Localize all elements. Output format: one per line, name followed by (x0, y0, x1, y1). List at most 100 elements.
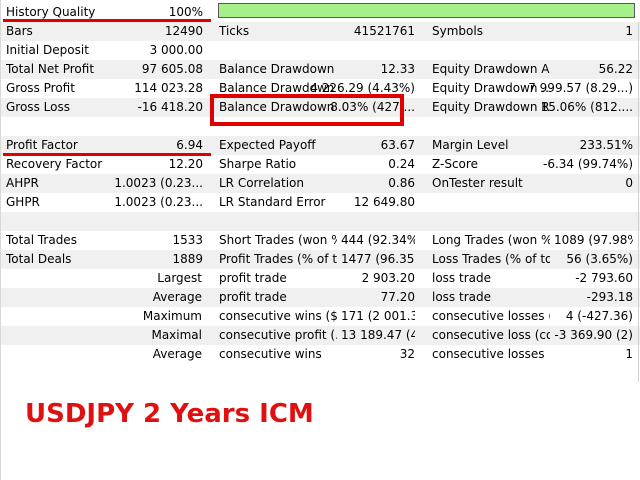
table-row: Maximum consecutive wins ($) 171 (2 001.32… (1, 307, 640, 326)
table-row: Initial Deposit 3 000.00 (1, 41, 640, 60)
cell-c2l (219, 212, 337, 231)
cell-c3v: 15.06% (812.... (540, 100, 633, 114)
cell-c3l: loss trade (432, 271, 491, 285)
cell-c2v: 12 649.80 (353, 195, 415, 209)
cell-c1v: Largest (157, 271, 202, 285)
table-row (1, 212, 640, 231)
cell-c1v: Average (152, 290, 202, 304)
cell-c3v: 233.51% (579, 138, 633, 152)
cell-c2l: Balance Drawdown ... (219, 62, 337, 76)
cell-c2l: Ticks (219, 24, 250, 38)
cell-c2v: 0.86 (388, 176, 415, 190)
cell-c2v (341, 212, 415, 231)
cell-c3v: 0 (625, 176, 633, 190)
cell-c3v: 7 999.57 (8.29...) (528, 81, 633, 95)
cell-c2v: 13 189.47 (46) (341, 328, 415, 342)
cell-c3v: -293.18 (586, 290, 633, 304)
cell-c3l: Margin Level (432, 138, 509, 152)
cell-c2l: Sharpe Ratio (219, 157, 297, 171)
cell-c1v: 1533 (172, 233, 203, 247)
cell-c2v: 0.24 (388, 157, 415, 171)
cell-c3v (554, 117, 633, 136)
profit-factor-underline (3, 153, 211, 156)
cell-c2v: 32 (399, 347, 415, 361)
cell-c3l: consecutive losses ($) (432, 309, 550, 323)
cell-c1v: 97 605.08 (141, 62, 203, 76)
cell-c2l: Profit Trades (% of t... (219, 252, 337, 266)
cell-c3l: Long Trades (won %) (432, 233, 550, 247)
cell-c3l: Symbols (432, 24, 483, 38)
table-row: AHPR 1.0023 (0.23... LR Correlation 0.86 OnT… (1, 174, 640, 193)
cell-c3l: Loss Trades (% of to... (432, 252, 550, 266)
cell-c3v: 1 (625, 347, 633, 361)
cell-c2l (219, 41, 337, 60)
cell-c2v (341, 41, 415, 60)
cell-c3v (554, 41, 633, 60)
cell-c3v: -6.34 (99.74%) (543, 157, 633, 171)
cell-c1v: Maximum (142, 309, 202, 323)
table-row: Average consecutive wins 32 consecutive los… (1, 345, 640, 364)
cell-c3l (432, 41, 550, 60)
table-row: Total Net Profit 97 605.08 Balance Drawdow… (1, 60, 640, 79)
cell-c2l: consecutive wins (219, 347, 322, 361)
table-row: Bars 12490 Ticks 41521761 Symbols 1 (1, 22, 640, 41)
cell-c2v: 2 903.20 (361, 271, 415, 285)
cell-c1v: 3 000.00 (149, 43, 203, 57)
cell-c1v: Average (152, 347, 202, 361)
cell-c2v: 63.67 (380, 138, 415, 152)
cell-c2l: profit trade (219, 271, 287, 285)
cell-c1v: 1.0023 (0.23... (114, 176, 203, 190)
cell-c2l: consecutive wins ($) (219, 309, 337, 323)
cell-c3v (554, 193, 633, 212)
cell-c2v: 12.33 (380, 62, 415, 76)
table-row: Total Trades 1533 Short Trades (won %) 444 … (1, 231, 640, 250)
cell-c2l: LR Correlation (219, 176, 305, 190)
cell-c2l: consecutive profit (... (219, 328, 337, 342)
cell-c1v: 12490 (164, 24, 203, 38)
cell-c2v: 171 (2 001.32) (341, 309, 415, 323)
table-row: Recovery Factor 12.20 Sharpe Ratio 0.24 Z-Sc… (1, 155, 640, 174)
cell-c3v (554, 212, 633, 231)
cell-c3v: -3 369.90 (2) (554, 328, 633, 342)
cell-c2l: profit trade (219, 290, 287, 304)
report-caption: USDJPY 2 Years ICM (25, 399, 314, 429)
strategy-tester-report: History Quality 100% Bars 12490 Ticks 41521… (0, 0, 640, 480)
table-right-border (638, 22, 639, 382)
table-row: Total Deals 1889 Profit Trades (% of t... 1… (1, 250, 640, 269)
cell-c3l (432, 117, 550, 136)
cell-c1v: -16 418.20 (137, 100, 203, 114)
cell-c1v (61, 212, 203, 231)
cell-c3v: 1 (625, 24, 633, 38)
cell-c2l: LR Standard Error (219, 195, 326, 209)
cell-c1v: 1.0023 (0.23... (114, 195, 203, 209)
cell-c1v (61, 117, 203, 136)
cell-c2v: 41521761 (353, 24, 415, 38)
cell-c3l (432, 212, 550, 231)
cell-c3v: 4 (-427.36) (565, 309, 633, 323)
table-row: GHPR 1.0023 (0.23... LR Standard Error 12 6… (1, 193, 640, 212)
cell-c1v: 114 023.28 (134, 81, 203, 95)
cell-c3l: Equity Drawdown A... (432, 62, 550, 76)
cell-c1v: 12.20 (168, 157, 203, 171)
cell-c3v: 56 (3.65%) (566, 252, 633, 266)
cell-c3v: 1089 (97.98%) (554, 233, 633, 247)
cell-c3v: -2 793.60 (575, 271, 633, 285)
cell-c2v: 1477 (96.35%) (341, 252, 415, 266)
cell-c3l: OnTester result (432, 176, 523, 190)
cell-c3l (432, 193, 550, 212)
cell-c2v: 77.20 (380, 290, 415, 304)
cell-c3v: 56.22 (598, 62, 633, 76)
table-row: Average profit trade 77.20 loss trade -293.1… (1, 288, 640, 307)
cell-c2v: 444 (92.34%) (341, 233, 415, 247)
cell-c3l: consecutive loss (co... (432, 328, 550, 342)
table-row: Largest profit trade 2 903.20 loss trade -2 … (1, 269, 640, 288)
cell-c2l: Expected Payoff (219, 138, 316, 152)
cell-c3l: loss trade (432, 290, 491, 304)
table-row: Maximal consecutive profit (... 13 189.47 … (1, 326, 640, 345)
cell-c3l: consecutive losses (432, 347, 545, 361)
cell-c1v: 1889 (172, 252, 203, 266)
balance-drawdown-relative-highlight (210, 94, 404, 126)
history-quality-bar (218, 3, 635, 18)
cell-c1v: Maximal (151, 328, 202, 342)
cell-c2l: Short Trades (won %) (219, 233, 337, 247)
